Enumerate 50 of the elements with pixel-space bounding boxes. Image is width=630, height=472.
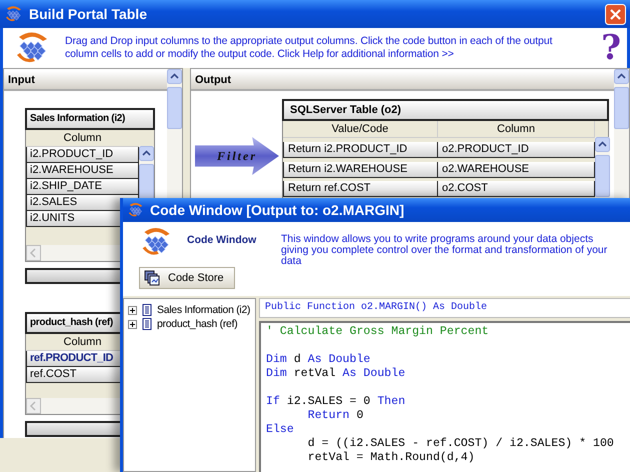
app-logo-icon <box>127 202 145 218</box>
function-signature: Public Function o2.MARGIN() As Double <box>259 298 630 318</box>
column-header[interactable]: Value/Code <box>283 121 438 138</box>
column-row[interactable]: i2.WAREHOUSE <box>26 163 139 179</box>
help-button[interactable]: ? <box>601 30 621 66</box>
window-title: Build Portal Table <box>29 6 148 22</box>
table-cell: o2.WAREHOUSE <box>438 162 595 178</box>
table-cell[interactable]: Return ref.COST <box>283 181 438 198</box>
code-line: Return 0 <box>306 409 364 423</box>
document-icon <box>141 304 153 316</box>
scrollbar[interactable] <box>595 137 610 201</box>
instructions-text: Drag and Drop input columns to the appropriate output columns. Click the code button in each of the output column cells to add or modify the output code. Click Help for additional information >> <box>65 35 554 61</box>
table-title: Sales Information (i2) <box>25 108 155 130</box>
table-title: SQLServer Table (o2) <box>282 99 609 121</box>
code-line: Else <box>266 423 295 437</box>
table-cell: o2.COST <box>438 181 595 198</box>
column-header[interactable]: Column <box>438 121 595 138</box>
scroll-up-icon[interactable] <box>167 69 182 84</box>
scroll-thumb[interactable] <box>614 87 629 129</box>
scroll-thumb[interactable] <box>595 155 610 197</box>
code-line: retVal = Math.Round(d,4) <box>306 451 476 465</box>
column-row[interactable]: i2.PRODUCT_ID <box>26 147 139 163</box>
description-text: This window allows you to write programs around your data objects giving you complete control over the format and transformation of your data <box>281 232 608 267</box>
stacked-windows-icon <box>144 270 160 286</box>
code-line: Dim retVal As Double <box>266 367 406 381</box>
column-header[interactable]: Column <box>26 130 139 147</box>
code-store-button[interactable]: Code Store <box>139 267 235 289</box>
table-cell[interactable]: Return i2.WAREHOUSE <box>283 162 438 178</box>
code-line: If i2.SALES = 0 Then <box>266 395 406 409</box>
table-cell[interactable]: Return i2.PRODUCT_ID <box>283 142 438 158</box>
panel-header: Output <box>191 71 614 91</box>
window-heading: Code Window <box>187 233 258 248</box>
close-icon[interactable] <box>605 4 626 24</box>
window-title: Code Window [Output to: o2.MARGIN] <box>150 202 404 218</box>
code-editor[interactable]: ' Calculate Gross Margin Percent Dim d As Double Dim retVal As Double If i2.SALES = 0 Then Return 0 Else d = ((i2.SALES - ref.COST) / i2.SALES) * 100 retVal = Math.Round(d,4) <box>259 321 630 472</box>
code-line: ' Calculate Gross Margin Percent <box>266 325 490 339</box>
tree-item[interactable]: Sales Information (i2) <box>157 304 250 316</box>
scroll-up-icon[interactable] <box>139 146 154 161</box>
scroll-thumb[interactable] <box>167 87 182 129</box>
expand-icon[interactable] <box>128 320 137 328</box>
code-line: Dim d As Double <box>266 353 372 367</box>
document-icon <box>141 318 153 330</box>
scroll-up-icon[interactable] <box>614 69 629 84</box>
scroll-up-icon[interactable] <box>595 137 610 152</box>
tree-item[interactable]: product_hash (ref) <box>157 318 238 330</box>
code-line: d = ((i2.SALES - ref.COST) / i2.SALES) * 100 <box>306 437 615 451</box>
table-cell: o2.PRODUCT_ID <box>438 142 595 158</box>
expand-icon[interactable] <box>128 306 137 314</box>
column-row[interactable]: i2.SHIP_DATE <box>26 179 139 195</box>
panel-header: Input <box>4 71 167 91</box>
